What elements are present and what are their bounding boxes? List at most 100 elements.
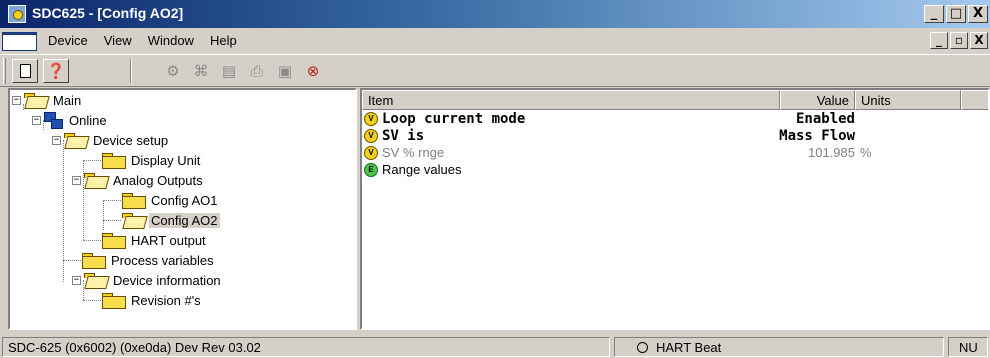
tree-node-label: Device information	[113, 272, 221, 288]
list-row-sv-range[interactable]: V SV % rnge 101.985 %	[362, 145, 988, 162]
folder-icon	[102, 293, 126, 309]
close-button[interactable]: X	[968, 5, 988, 23]
child-close-button[interactable]: X	[970, 32, 988, 49]
child-minimize-button[interactable]: _	[930, 32, 948, 49]
tree-node-revision[interactable]: Revision #'s	[102, 290, 203, 310]
tree-connector	[63, 260, 81, 261]
row-item: Loop current mode	[382, 111, 526, 127]
list-row-loop-current-mode[interactable]: V Loop current mode Enabled	[362, 111, 988, 128]
device-tree[interactable]: − Main − Online − Device setup Display U…	[8, 88, 357, 330]
list-row-range-values[interactable]: E Range values	[362, 162, 988, 179]
column-header-value[interactable]: Value	[780, 90, 855, 110]
scan-icon: ⌘	[193, 61, 209, 80]
print-button[interactable]: ⎙	[244, 59, 270, 83]
tree-connector	[83, 160, 101, 161]
tree-node-label: HART output	[131, 232, 206, 248]
tree-node-label: Revision #'s	[131, 292, 201, 308]
toolbar: ❓ ⚙ ⌘ ▤ ⎙ ▣ ⊗	[0, 54, 990, 87]
new-button[interactable]	[12, 59, 38, 83]
tree-node-config-ao2[interactable]: Config AO2	[122, 210, 220, 230]
tree-node-label: Config AO2	[149, 212, 220, 228]
collapse-icon[interactable]: −	[32, 115, 41, 125]
folder-icon	[82, 253, 106, 269]
tree-node-process-variables[interactable]: Process variables	[82, 250, 216, 270]
tree-node-hart-output[interactable]: HART output	[102, 230, 208, 250]
stop-icon: ⊗	[306, 61, 320, 80]
tree-node-label: Main	[53, 92, 82, 108]
folder-icon	[122, 193, 146, 209]
menu-help[interactable]: Help	[210, 33, 237, 48]
tree-connector	[103, 200, 104, 230]
help-cursor-icon: ❓	[46, 61, 66, 80]
folder-icon	[102, 233, 126, 249]
open-button[interactable]: ▤	[216, 59, 242, 83]
variable-list[interactable]: Item Value Units V Loop current mode Ena…	[360, 88, 990, 330]
variable-icon: V	[364, 129, 378, 143]
folder-open-icon	[122, 213, 144, 227]
new-icon	[19, 64, 31, 78]
save-icon: ▣	[277, 61, 293, 80]
menu-view[interactable]: View	[104, 33, 132, 48]
tree-node-main[interactable]: − Main	[12, 90, 83, 110]
hart-beat-label: HART Beat	[656, 340, 722, 355]
title-bar[interactable]: SDC625 - [Config AO2] _ □ X	[0, 0, 990, 28]
tree-node-label: Online	[69, 112, 107, 128]
tree-node-device-information[interactable]: − Device information	[72, 270, 223, 290]
column-header-item[interactable]: Item	[362, 90, 780, 110]
row-value: Mass Flow	[779, 128, 855, 144]
tree-node-analog-outputs[interactable]: − Analog Outputs	[72, 170, 205, 190]
row-value: Enabled	[795, 111, 855, 127]
stop-button[interactable]: ⊗	[300, 59, 326, 83]
maximize-button[interactable]: □	[946, 5, 966, 23]
tree-connector	[103, 220, 121, 221]
row-item: SV is	[382, 128, 425, 144]
status-bar: SDC-625 (0x6002) (0xe0da) Dev Rev 03.02 …	[0, 336, 990, 358]
folder-open-icon	[84, 173, 106, 187]
open-folder-icon: ▤	[221, 61, 237, 80]
minimize-button[interactable]: _	[924, 5, 944, 23]
tree-connector	[83, 300, 101, 301]
variable-icon: V	[364, 112, 378, 126]
menu-device[interactable]: Device	[48, 33, 88, 48]
variable-icon: V	[364, 146, 378, 160]
save-button[interactable]: ▣	[272, 59, 298, 83]
device-button[interactable]: ⚙	[160, 59, 186, 83]
folder-icon	[102, 153, 126, 169]
column-header-blank	[961, 90, 988, 110]
tree-node-label: Process variables	[111, 252, 214, 268]
tree-node-display-unit[interactable]: Display Unit	[102, 150, 202, 170]
hart-beat-icon	[637, 342, 648, 353]
device-icon: ⚙	[166, 61, 180, 80]
list-header: Item Value Units	[362, 90, 988, 110]
list-row-sv-is[interactable]: V SV is Mass Flow	[362, 128, 988, 145]
column-header-units[interactable]: Units	[855, 90, 961, 110]
tree-node-device-setup[interactable]: − Device setup	[52, 130, 170, 150]
row-value: 101.985	[808, 145, 855, 160]
collapse-icon[interactable]: −	[72, 175, 81, 185]
toolbar-grip[interactable]	[3, 58, 6, 84]
app-icon[interactable]	[8, 5, 26, 23]
folder-open-icon	[84, 273, 106, 287]
edit-display-icon: E	[364, 163, 378, 177]
print-icon: ⎙	[250, 61, 263, 80]
window-title: SDC625 - [Config AO2]	[32, 5, 184, 21]
network-icon	[44, 112, 63, 129]
tree-node-online[interactable]: − Online	[32, 110, 109, 130]
status-device-info: SDC-625 (0x6002) (0xe0da) Dev Rev 03.02	[2, 337, 610, 357]
collapse-icon[interactable]: −	[12, 95, 21, 105]
folder-open-icon	[64, 133, 86, 147]
help-cursor-button[interactable]: ❓	[43, 59, 69, 83]
folder-open-icon	[24, 93, 46, 107]
collapse-icon[interactable]: −	[72, 275, 81, 285]
menu-window[interactable]: Window	[148, 33, 194, 48]
tree-node-label: Display Unit	[131, 152, 201, 168]
tree-connector	[103, 200, 121, 201]
document-icon[interactable]	[2, 32, 37, 51]
scan-button[interactable]: ⌘	[188, 59, 214, 83]
row-item: SV % rnge	[382, 145, 445, 160]
tree-node-config-ao1[interactable]: Config AO1	[122, 190, 220, 210]
collapse-icon[interactable]: −	[52, 135, 61, 145]
status-hart-beat: HART Beat	[614, 337, 944, 357]
tree-node-label: Analog Outputs	[113, 172, 203, 188]
child-restore-button[interactable]: ▫	[950, 32, 968, 49]
